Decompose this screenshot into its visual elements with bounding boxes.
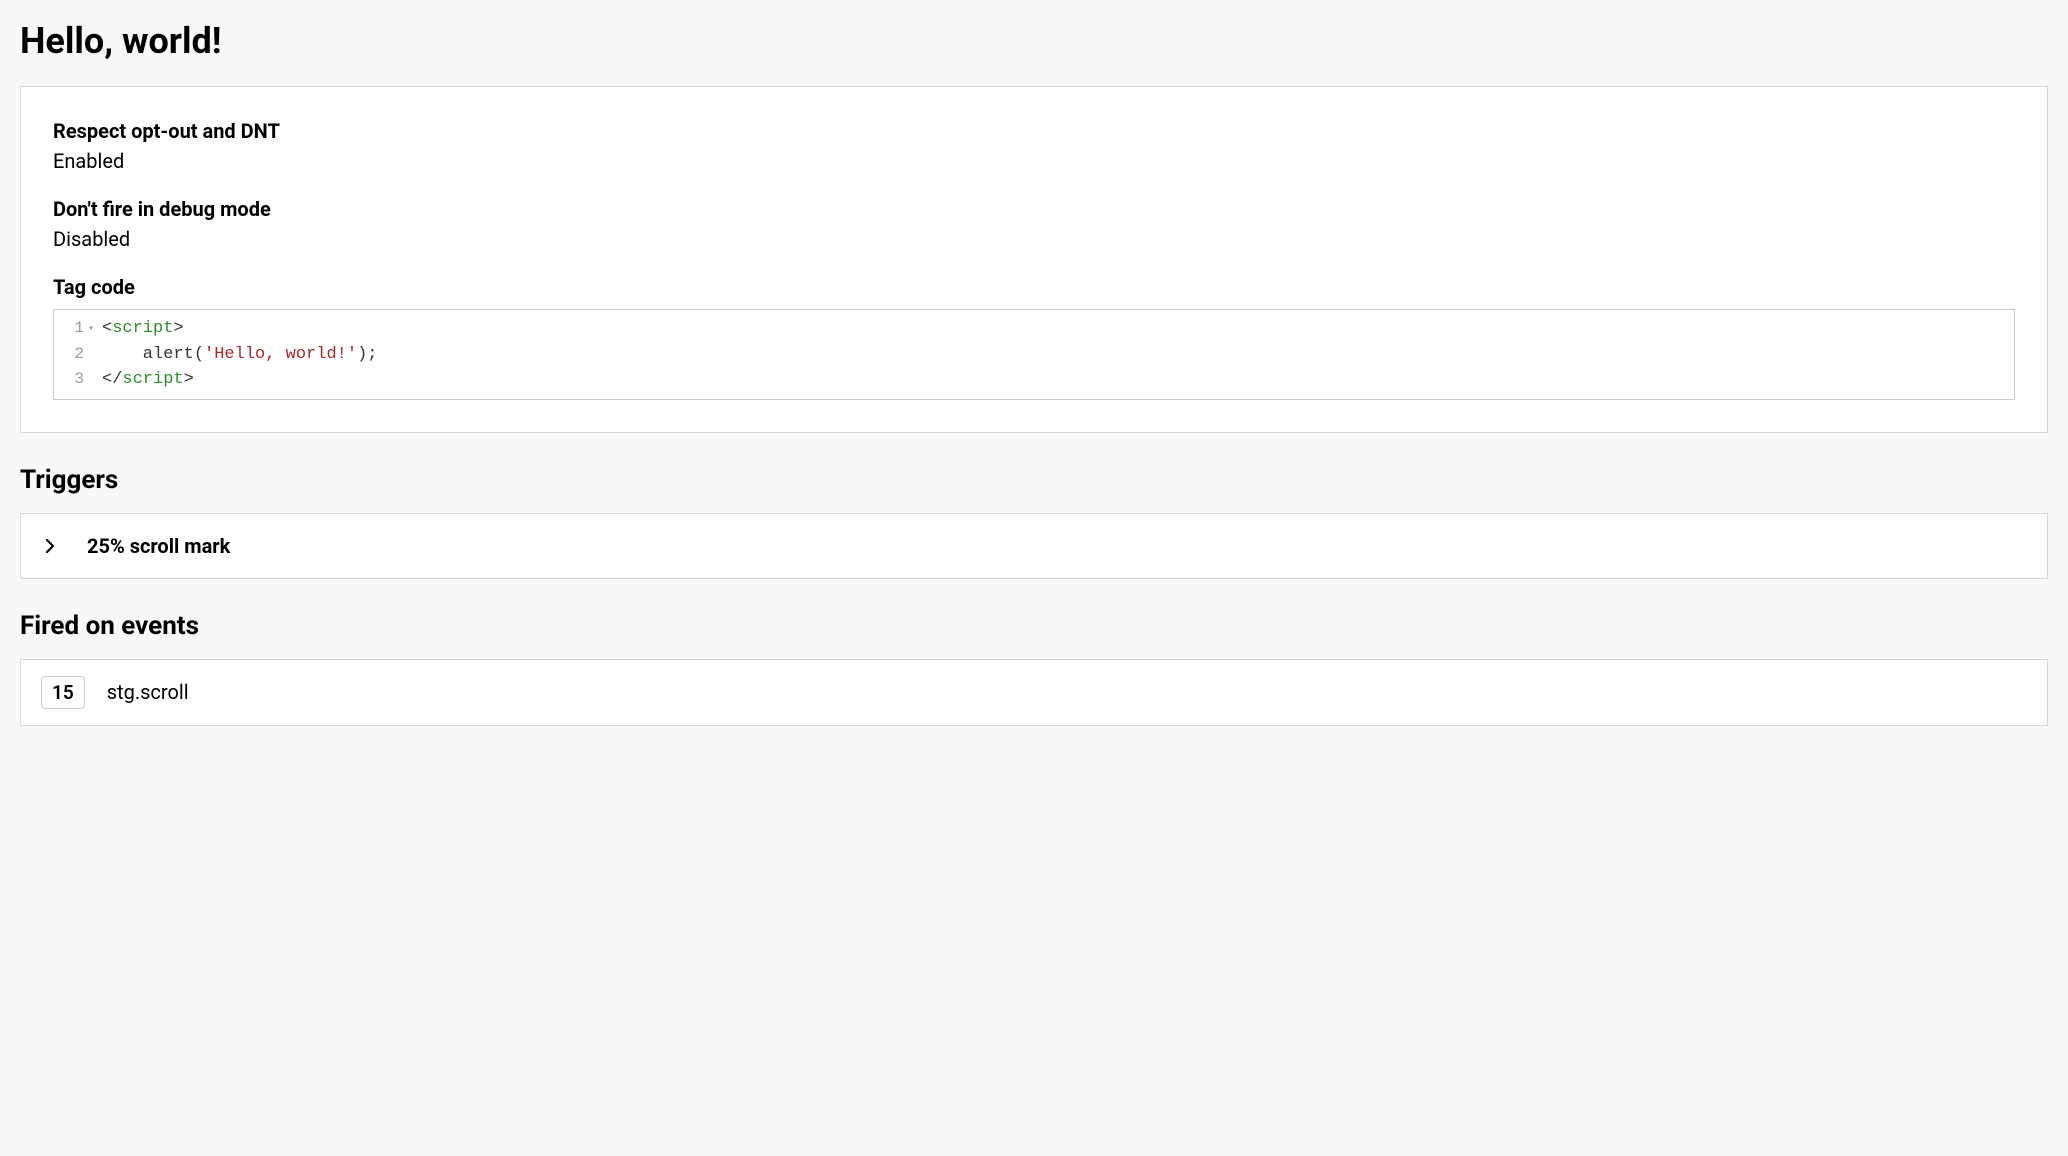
setting-value: Enabled: [53, 149, 2015, 173]
page-title: Hello, world!: [20, 20, 2048, 62]
setting-label: Don't fire in debug mode: [53, 197, 2015, 221]
chevron-right-icon: [45, 539, 73, 553]
code-line[interactable]: 1▾<script>: [54, 316, 2014, 342]
code-line[interactable]: 2 alert('Hello, world!');: [54, 342, 2014, 368]
settings-card: Respect opt-out and DNT Enabled Don't fi…: [20, 86, 2048, 433]
code-editor[interactable]: 1▾<script>2 alert('Hello, world!');3</sc…: [53, 309, 2015, 400]
setting-label: Respect opt-out and DNT: [53, 119, 2015, 143]
setting-value: Disabled: [53, 227, 2015, 251]
setting-debug-mode: Don't fire in debug mode Disabled: [53, 197, 2015, 251]
trigger-row[interactable]: 25% scroll mark: [20, 513, 2048, 579]
code-content[interactable]: </script>: [98, 367, 194, 393]
triggers-heading: Triggers: [20, 465, 2048, 495]
setting-respect-optout: Respect opt-out and DNT Enabled: [53, 119, 2015, 173]
event-name: stg.scroll: [85, 680, 189, 704]
event-count-badge: 15: [41, 676, 85, 709]
code-content[interactable]: <script>: [98, 316, 184, 342]
event-row[interactable]: 15stg.scroll: [20, 659, 2048, 726]
setting-tag-code: Tag code 1▾<script>2 alert('Hello, world…: [53, 275, 2015, 400]
line-number: 2: [62, 342, 84, 366]
code-content[interactable]: alert('Hello, world!');: [98, 342, 377, 368]
line-number: 1: [62, 316, 84, 340]
line-number: 3: [62, 367, 84, 391]
setting-label: Tag code: [53, 275, 2015, 299]
fired-events-heading: Fired on events: [20, 611, 2048, 641]
trigger-name: 25% scroll mark: [73, 534, 230, 558]
code-line[interactable]: 3 </script>: [54, 367, 2014, 393]
fold-icon[interactable]: ▾: [84, 322, 98, 337]
